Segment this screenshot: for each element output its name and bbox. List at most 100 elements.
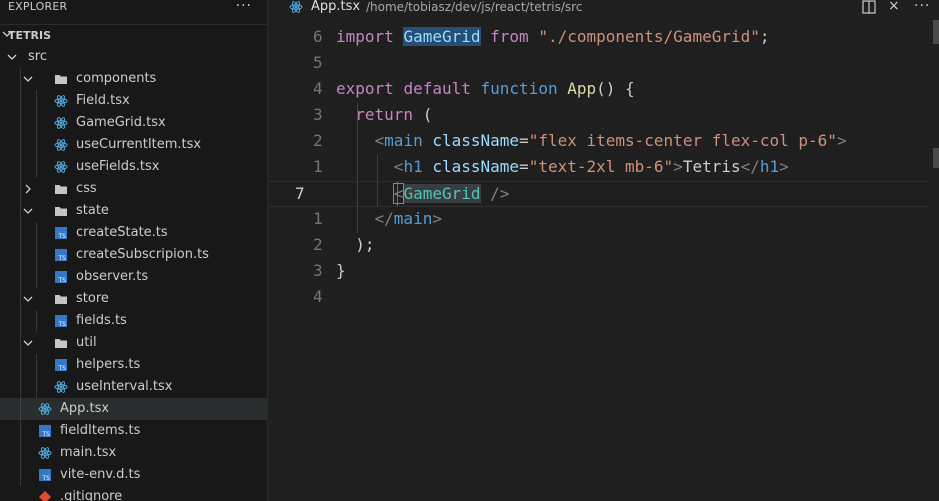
explorer-header: EXPLORER ···: [0, 0, 267, 22]
tree-indent-guide: [20, 68, 21, 486]
file-item[interactable]: GameGrid.tsx: [0, 112, 267, 134]
typescript-file-icon: TS: [55, 271, 67, 284]
folder-item[interactable]: store: [0, 288, 267, 310]
folder-icon: [55, 295, 67, 304]
tree-indent-guide: [36, 90, 37, 178]
tree-indent-guide: [36, 222, 37, 288]
file-name: fieldItems.ts: [60, 423, 141, 438]
code-line: 1 </main>: [313, 209, 442, 228]
file-name: vite-env.d.ts: [60, 467, 141, 482]
line-number: 1: [313, 209, 323, 228]
line-number: 4: [313, 287, 323, 306]
react-file-icon: [54, 161, 68, 173]
react-file-icon: [54, 139, 68, 151]
tree-indent-guide: [36, 310, 37, 332]
file-name: useFields.tsx: [76, 159, 160, 174]
svg-text:TS: TS: [58, 321, 67, 328]
file-name: state: [76, 203, 109, 218]
svg-text:TS: TS: [42, 475, 51, 482]
file-item[interactable]: TS createState.ts: [0, 222, 267, 244]
code-line: 4 export default function App() {: [313, 79, 635, 98]
typescript-file-icon: TS: [55, 359, 67, 372]
file-item[interactable]: TS createSubscripion.ts: [0, 244, 267, 266]
folder-item[interactable]: css: [0, 178, 267, 200]
split-editor-icon[interactable]: [862, 0, 876, 18]
file-item[interactable]: TS helpers.ts: [0, 354, 267, 376]
file-name: Field.tsx: [76, 93, 130, 108]
typescript-file-icon: TS: [55, 249, 67, 262]
current-code-line: 7 <GameGrid />: [269, 181, 929, 207]
folder-item[interactable]: src: [0, 46, 267, 68]
file-name: useInterval.tsx: [76, 379, 173, 394]
folder-icon: [55, 339, 67, 348]
chevron-down-icon: [7, 54, 17, 60]
chevron-down-icon: [23, 296, 33, 302]
folder-item[interactable]: util: [0, 332, 267, 354]
chevron-down-icon: [23, 208, 33, 214]
file-item[interactable]: useCurrentItem.tsx: [0, 134, 267, 156]
explorer-title: EXPLORER: [8, 0, 68, 13]
code-line: 6 import GameGrid from "./components/Gam…: [313, 27, 770, 46]
file-item[interactable]: App.tsx: [0, 398, 267, 420]
code-line: 3 return (: [313, 105, 433, 124]
react-file-icon: [54, 381, 68, 393]
typescript-file-icon: TS: [39, 469, 51, 482]
file-name: .gitignore: [60, 489, 123, 501]
code-line: 4: [269, 285, 929, 311]
folder-icon: [55, 185, 67, 194]
code-line: 2 <main className="flex items-center fle…: [313, 131, 847, 150]
file-item[interactable]: TS fields.ts: [0, 310, 267, 332]
file-item[interactable]: .gitignore: [0, 486, 267, 501]
workspace-name: TETRIS: [8, 29, 52, 42]
code-line: 3 }: [313, 261, 346, 280]
react-file-icon: [38, 403, 52, 415]
file-name: src: [28, 49, 47, 64]
close-icon[interactable]: ×: [888, 0, 900, 14]
file-item[interactable]: TS vite-env.d.ts: [0, 464, 267, 486]
line-number: 5: [313, 53, 323, 72]
file-name: App.tsx: [60, 401, 110, 416]
folder-item[interactable]: state: [0, 200, 267, 222]
file-name: store: [76, 291, 109, 306]
folder-item[interactable]: components: [0, 68, 267, 90]
current-line-number: 7: [295, 184, 305, 203]
chevron-down-icon: [23, 76, 33, 82]
more-actions-icon[interactable]: ···: [236, 0, 252, 14]
react-file-icon: [289, 1, 303, 13]
breadcrumb-file[interactable]: App.tsx: [311, 0, 360, 14]
code-line: 2 );: [313, 235, 375, 254]
chevron-down-icon: [23, 340, 33, 346]
react-file-icon: [54, 117, 68, 129]
scrollbar-thumb[interactable]: [933, 20, 939, 44]
file-item[interactable]: Field.tsx: [0, 90, 267, 112]
file-item[interactable]: TS observer.ts: [0, 266, 267, 288]
svg-text:TS: TS: [58, 277, 67, 284]
line-number: 3: [313, 105, 323, 124]
line-number: 2: [313, 235, 323, 254]
react-file-icon: [38, 447, 52, 459]
editor-area: App.tsx /home/tobiasz/dev/js/react/tetri…: [269, 0, 939, 501]
line-number: 1: [313, 157, 323, 176]
typescript-file-icon: TS: [55, 227, 67, 240]
file-name: fields.ts: [76, 313, 127, 328]
tree-indent-guide: [36, 354, 37, 398]
line-number: 6: [313, 27, 323, 46]
react-file-icon: [54, 95, 68, 107]
breadcrumb-path: /home/tobiasz/dev/js/react/tetris/src: [366, 0, 583, 14]
file-item[interactable]: useFields.tsx: [0, 156, 267, 178]
svg-text:TS: TS: [58, 233, 67, 240]
svg-text:TS: TS: [58, 255, 67, 262]
file-item[interactable]: main.tsx: [0, 442, 267, 464]
file-item[interactable]: TS fieldItems.ts: [0, 420, 267, 442]
editor-more-icon[interactable]: ···: [914, 0, 930, 14]
scrollbar-marker: [933, 148, 939, 168]
typescript-file-icon: TS: [39, 425, 51, 438]
workspace-section-header[interactable]: TETRIS: [0, 24, 267, 46]
file-name: css: [76, 181, 97, 196]
typescript-file-icon: TS: [55, 315, 67, 328]
file-name: main.tsx: [60, 445, 117, 460]
explorer-sidebar: EXPLORER ··· TETRIS src components Field.t…: [0, 0, 268, 501]
breadcrumb: App.tsx /home/tobiasz/dev/js/react/tetri…: [269, 0, 939, 16]
file-item[interactable]: useInterval.tsx: [0, 376, 267, 398]
svg-text:TS: TS: [42, 431, 51, 438]
